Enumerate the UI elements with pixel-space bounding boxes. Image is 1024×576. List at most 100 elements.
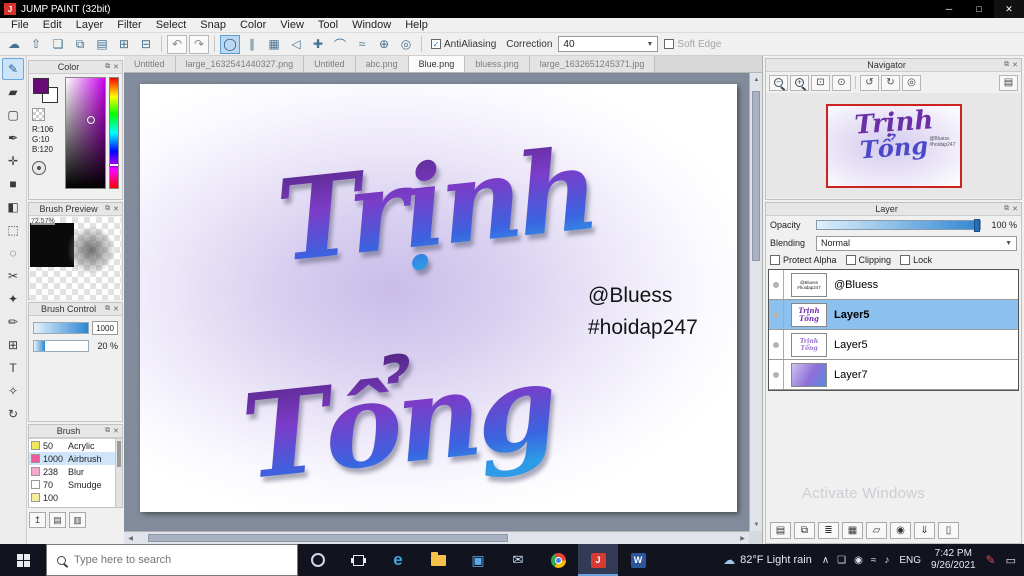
layer-visibility-toggle[interactable] <box>769 300 784 329</box>
vertical-scroll-thumb[interactable] <box>752 91 760 261</box>
brush-list-scrollbar[interactable] <box>115 439 122 507</box>
cortana-button[interactable] <box>298 544 338 576</box>
layer-row[interactable]: Trịnh Tổng Layer5 <box>769 330 1018 360</box>
panel-close-icon[interactable]: ✕ <box>113 305 119 313</box>
panel-popout-icon[interactable]: ⧉ <box>105 427 110 435</box>
panel-grid-icon[interactable]: ⊞ <box>114 35 134 54</box>
dip-pen-tool[interactable]: ✒ <box>2 127 24 149</box>
document-tab[interactable]: large_1632651245371.jpg <box>529 56 656 72</box>
lasso-tool[interactable]: ✂ <box>2 265 24 287</box>
snap-grid-icon[interactable]: ▦ <box>264 35 284 54</box>
start-button[interactable] <box>0 544 46 576</box>
merge-down-icon[interactable]: ⇓ <box>914 522 935 539</box>
edge-icon[interactable]: e <box>378 544 418 576</box>
layer-visibility-toggle[interactable] <box>769 330 784 359</box>
zoom-out-button[interactable]: − <box>769 74 788 91</box>
actual-size-button[interactable]: ⊙ <box>832 74 851 91</box>
blending-dropdown[interactable]: Normal ▼ <box>816 235 1017 251</box>
document-tab[interactable]: Untitled <box>304 56 356 72</box>
close-button[interactable]: ✕ <box>994 0 1024 18</box>
brush-list-item[interactable]: 238 Blur <box>29 465 122 478</box>
menu-item[interactable]: View <box>273 19 311 31</box>
dock-toggle-icon[interactable]: ↥ <box>29 512 46 528</box>
snap-cross-icon[interactable]: ✚ <box>308 35 328 54</box>
layer-row[interactable]: @Bluess #hoidap247 @Bluess <box>769 270 1018 300</box>
network-icon[interactable]: ≈ <box>871 555 877 566</box>
document-tab[interactable]: bluess.png <box>465 56 530 72</box>
reset-rotation-button[interactable]: ◎ <box>902 74 921 91</box>
material-icon[interactable]: ◉ <box>890 522 911 539</box>
foreground-color-swatch[interactable] <box>33 78 49 94</box>
panel-popout-icon[interactable]: ⧉ <box>105 63 110 71</box>
panel-popout-icon[interactable]: ⧉ <box>1004 205 1009 213</box>
layer-visibility-toggle[interactable] <box>769 270 784 299</box>
layer-visibility-toggle[interactable] <box>769 360 784 389</box>
zoom-in-button[interactable]: + <box>790 74 809 91</box>
transform-tool[interactable]: ⊞ <box>2 334 24 356</box>
page-icon[interactable]: ▤ <box>92 35 112 54</box>
brush-list-item[interactable]: 50 Acrylic <box>29 439 122 452</box>
brush-opacity-slider[interactable] <box>33 340 89 352</box>
brush-list-item[interactable]: 1000 Airbrush <box>29 452 122 465</box>
eye-icon[interactable]: ◉ <box>854 555 863 566</box>
menu-item[interactable]: Layer <box>69 19 111 31</box>
photos-icon[interactable]: ▣ <box>458 544 498 576</box>
layer-option-checkbox[interactable]: Clipping <box>845 255 891 265</box>
antialiasing-checkbox[interactable] <box>431 39 441 49</box>
mail-icon[interactable]: ✉ <box>498 544 538 576</box>
action-center-icon[interactable]: ▭ <box>1006 554 1016 567</box>
gradient-tool[interactable]: ✧ <box>2 380 24 402</box>
snap-arc-icon[interactable]: ⌒ <box>330 35 350 54</box>
screen-icon[interactable]: ⧉ <box>70 35 90 54</box>
minimize-button[interactable]: ─ <box>934 0 964 18</box>
brush-list-item[interactable]: 100 <box>29 491 122 504</box>
snap-curve-icon[interactable]: ≈ <box>352 35 372 54</box>
fit-view-button[interactable]: ⊡ <box>811 74 830 91</box>
panel-close-icon[interactable]: ✕ <box>113 63 119 71</box>
correction-dropdown[interactable]: 40 ▼ <box>558 36 659 52</box>
chat-icon[interactable]: ❏ <box>837 555 846 566</box>
saturation-value-picker[interactable] <box>64 77 106 189</box>
publish-icon[interactable]: ⇧ <box>26 35 46 54</box>
panel-close-icon[interactable]: ✕ <box>113 205 119 213</box>
menu-item[interactable]: Filter <box>110 19 148 31</box>
transparent-color-swatch[interactable] <box>32 108 45 121</box>
page-add-icon[interactable]: ▥ <box>69 512 86 528</box>
layer-row[interactable]: Layer7 <box>769 360 1018 390</box>
softedge-checkbox[interactable] <box>664 39 675 49</box>
menu-item[interactable]: Select <box>149 19 194 31</box>
maximize-button[interactable]: □ <box>964 0 994 18</box>
tile-icon[interactable]: ▦ <box>842 522 863 539</box>
horizontal-scroll-thumb[interactable] <box>148 534 508 542</box>
magic-wand-tool[interactable]: ✦ <box>2 288 24 310</box>
layer-option-checkbox[interactable]: Protect Alpha <box>770 255 837 265</box>
menu-item[interactable]: Tool <box>311 19 345 31</box>
taskbar-search[interactable] <box>46 544 298 576</box>
comment-icon[interactable]: ❏ <box>48 35 68 54</box>
stamp-tool[interactable]: ▢ <box>2 104 24 126</box>
word-icon[interactable]: W <box>618 544 658 576</box>
hue-slider[interactable] <box>108 77 119 189</box>
snap-off-icon[interactable]: ◯ <box>220 34 240 54</box>
panel-close-icon[interactable]: ✕ <box>113 427 119 435</box>
task-view-button[interactable] <box>338 544 378 576</box>
panel-popout-icon[interactable]: ⧉ <box>105 305 110 313</box>
eraser-tool[interactable]: ▰ <box>2 81 24 103</box>
volume-icon[interactable]: ♪ <box>884 555 889 566</box>
snap-vanish-icon[interactable]: ◁ <box>286 35 306 54</box>
snap-radial-icon[interactable]: ⊕ <box>374 35 394 54</box>
menu-item[interactable]: Help <box>398 19 435 31</box>
rotate-left-button[interactable]: ↺ <box>860 74 879 91</box>
opacity-slider[interactable] <box>816 219 981 232</box>
menu-item[interactable]: Edit <box>36 19 69 31</box>
page-list-icon[interactable]: ▤ <box>49 512 66 528</box>
pen-tool[interactable]: ✎ <box>2 58 24 80</box>
comic-frame-icon[interactable]: ⊟ <box>136 35 156 54</box>
layer-option-checkbox[interactable]: Lock <box>900 255 932 265</box>
eyedropper-icon[interactable] <box>32 161 46 175</box>
new-layer-icon[interactable]: ▤ <box>770 522 791 539</box>
folder-icon[interactable]: ▱ <box>866 522 887 539</box>
panel-popout-icon[interactable]: ⧉ <box>105 205 110 213</box>
clock[interactable]: 7:42 PM 9/26/2021 <box>931 548 976 573</box>
chrome-icon[interactable] <box>538 544 578 576</box>
